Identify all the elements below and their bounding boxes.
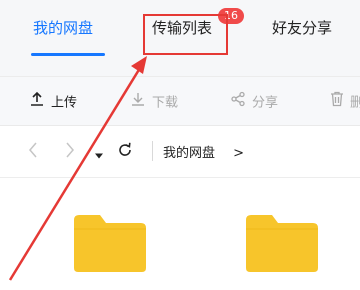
top-tab-bar: 我的网盘 传输列表 16 好友分享 xyxy=(0,0,360,76)
forward-arrow-icon[interactable] xyxy=(64,140,76,164)
tab-my-netdisk[interactable]: 我的网盘 xyxy=(33,17,93,38)
delete-button[interactable]: 删 xyxy=(330,91,360,111)
download-button[interactable]: 下载 xyxy=(130,91,178,111)
share-icon xyxy=(230,91,246,111)
breadcrumb-separator: > xyxy=(233,146,245,161)
active-tab-indicator xyxy=(31,53,105,56)
upload-icon xyxy=(29,91,45,111)
history-dropdown-icon[interactable] xyxy=(94,145,104,164)
upload-label: 上传 xyxy=(51,95,78,111)
back-arrow-icon[interactable] xyxy=(27,140,39,164)
download-label: 下载 xyxy=(152,95,179,111)
download-icon xyxy=(130,91,146,111)
path-divider xyxy=(152,141,153,161)
annotation-highlight-box xyxy=(143,14,228,55)
file-grid xyxy=(0,178,360,290)
trash-icon xyxy=(330,91,344,111)
upload-button[interactable]: 上传 xyxy=(29,91,77,111)
breadcrumb[interactable]: 我的网盘 > xyxy=(163,142,244,161)
delete-label: 删 xyxy=(350,95,360,111)
folder-icon[interactable] xyxy=(72,212,148,278)
breadcrumb-root[interactable]: 我的网盘 xyxy=(163,146,215,161)
folder-icon[interactable] xyxy=(244,212,320,278)
tab-friend-share[interactable]: 好友分享 xyxy=(272,17,332,38)
share-label: 分享 xyxy=(252,95,279,111)
file-toolbar: 上传 下载 分享 删 xyxy=(0,76,360,126)
share-button[interactable]: 分享 xyxy=(230,91,278,111)
refresh-icon[interactable] xyxy=(116,141,134,163)
path-bar: 我的网盘 > xyxy=(0,126,360,178)
